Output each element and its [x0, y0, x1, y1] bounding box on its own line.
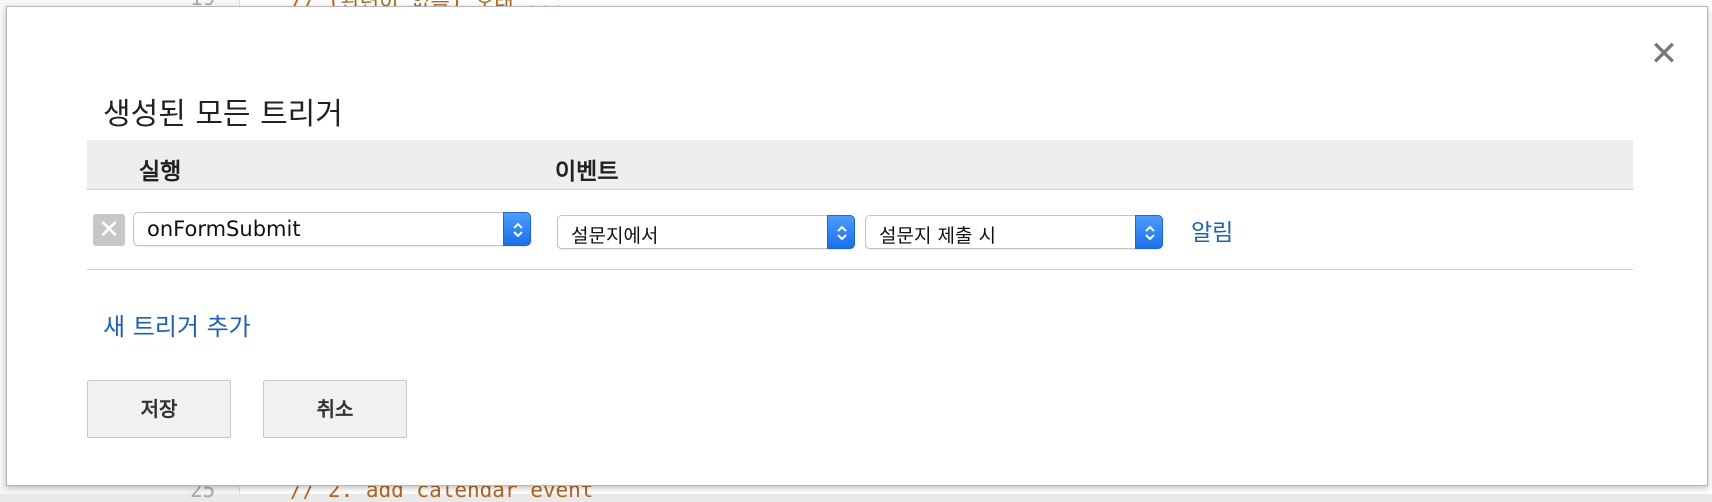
dialog-title: 생성된 모든 트리거 — [103, 97, 343, 132]
close-icon[interactable]: ✕ — [1649, 37, 1679, 71]
triggers-dialog: ✕ 생성된 모든 트리거 실행 이벤트 ✕ onFormSubmit 설문지에서… — [6, 6, 1708, 486]
column-header-run: 실행 — [139, 159, 182, 185]
trigger-row: ✕ onFormSubmit 설문지에서 설문지 제출 시 알림 — [87, 191, 1633, 270]
delete-trigger-icon[interactable]: ✕ — [93, 214, 125, 246]
cancel-button[interactable]: 취소 — [263, 380, 407, 438]
event-type-value: 설문지 제출 시 — [879, 225, 996, 247]
triggers-table-header: 실행 이벤트 — [87, 140, 1633, 190]
event-type-select[interactable]: 설문지 제출 시 — [865, 215, 1163, 249]
select-arrows-icon — [503, 212, 531, 246]
save-button[interactable]: 저장 — [87, 380, 231, 438]
event-source-value: 설문지에서 — [571, 225, 659, 247]
notification-link[interactable]: 알림 — [1191, 213, 1233, 247]
add-trigger-link[interactable]: 새 트리거 추가 — [103, 307, 251, 342]
function-select-value: onFormSubmit — [147, 217, 301, 241]
event-source-select[interactable]: 설문지에서 — [557, 215, 855, 249]
select-arrows-icon — [827, 215, 855, 249]
column-header-event: 이벤트 — [555, 159, 619, 185]
function-select[interactable]: onFormSubmit — [133, 212, 531, 246]
select-arrows-icon — [1135, 215, 1163, 249]
